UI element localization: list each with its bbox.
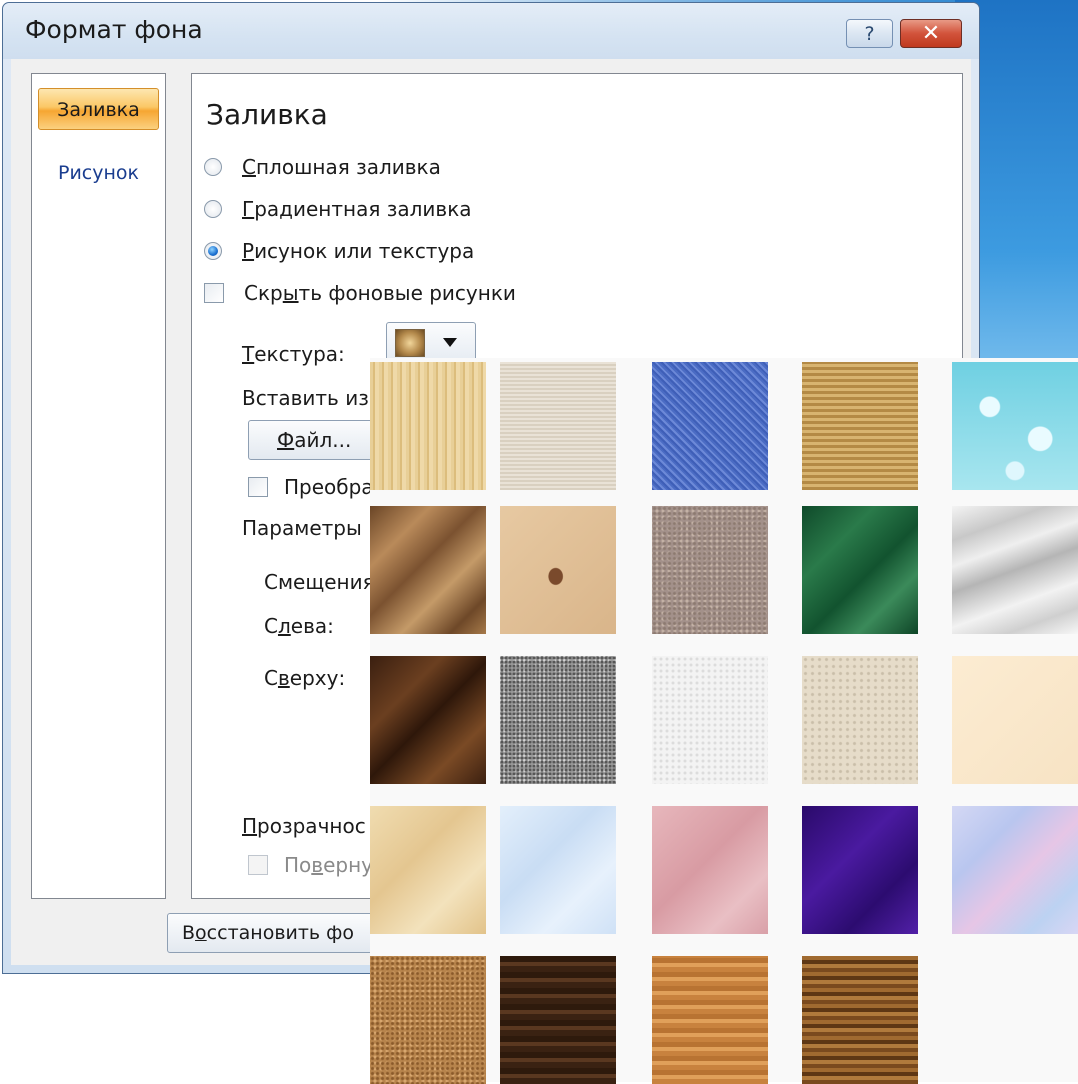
hide-background-label: Скрыть фоновые рисунки <box>244 281 516 305</box>
help-icon: ? <box>864 23 875 45</box>
close-button[interactable]: ✕ <box>900 19 962 48</box>
gradient-fill-option[interactable]: Градиентная заливка <box>204 194 472 224</box>
texture-cream[interactable] <box>952 656 1078 784</box>
texture-cork[interactable] <box>370 956 486 1084</box>
picture-texture-radio[interactable] <box>204 242 222 260</box>
hide-background-option[interactable]: Скрыть фоновые рисунки <box>204 278 516 308</box>
texture-brown-marble[interactable] <box>370 656 486 784</box>
params-label: Параметры <box>242 516 362 540</box>
texture-brown-granite[interactable] <box>652 506 768 634</box>
tile-option[interactable]: Преобра <box>248 472 374 502</box>
texture-gallery <box>370 358 1078 1084</box>
texture-blue-tissue[interactable] <box>500 806 616 934</box>
title-bar[interactable]: Формат фона ? ✕ <box>3 3 979 59</box>
transparency-label: Прозрачнос <box>242 814 366 838</box>
nav-item-picture[interactable]: Рисунок <box>38 152 159 194</box>
texture-white-marble[interactable] <box>952 506 1078 634</box>
gradient-fill-label: Градиентная заливка <box>242 197 472 221</box>
texture-paper-bag[interactable] <box>370 506 486 634</box>
texture-canvas[interactable] <box>500 362 616 490</box>
rotate-label: Поверну <box>284 853 373 877</box>
nav-item-fill[interactable]: Заливка <box>38 88 159 130</box>
texture-walnut[interactable] <box>500 956 616 1084</box>
rotate-option[interactable]: Поверну <box>248 850 373 880</box>
solid-fill-option[interactable]: Сплошная заливка <box>204 152 441 182</box>
texture-pink-tissue[interactable] <box>652 806 768 934</box>
tile-checkbox[interactable] <box>248 477 268 497</box>
texture-parchment[interactable] <box>370 806 486 934</box>
texture-granite[interactable] <box>500 656 616 784</box>
rotate-checkbox[interactable] <box>248 855 268 875</box>
texture-white[interactable] <box>652 656 768 784</box>
texture-dropdown[interactable] <box>386 322 476 362</box>
category-list: Заливка Рисунок <box>31 73 166 899</box>
texture-purple-mesh[interactable] <box>802 806 918 934</box>
close-icon: ✕ <box>921 21 941 46</box>
top-offset-label: Сверху: <box>264 666 346 690</box>
texture-water-drops[interactable] <box>952 362 1078 490</box>
picture-texture-option[interactable]: Рисунок или текстура <box>204 236 474 266</box>
texture-green-marble[interactable] <box>802 506 918 634</box>
help-button[interactable]: ? <box>846 19 893 48</box>
solid-fill-radio[interactable] <box>204 158 222 176</box>
panel-title: Заливка <box>206 98 328 131</box>
left-offset-label: Слева: <box>264 614 334 638</box>
texture-bouquet[interactable] <box>952 806 1078 934</box>
texture-label: Текстура: <box>242 342 345 366</box>
texture-sack[interactable] <box>802 362 918 490</box>
picture-texture-label: Рисунок или текстура <box>242 239 475 263</box>
hide-background-checkbox[interactable] <box>204 283 224 303</box>
dialog-title: Формат фона <box>25 15 203 44</box>
nav-item-label: Рисунок <box>57 162 140 184</box>
nav-item-label: Заливка <box>57 99 140 121</box>
tile-label: Преобра <box>284 475 374 499</box>
texture-sand[interactable] <box>802 656 918 784</box>
gradient-fill-radio[interactable] <box>204 200 222 218</box>
insert-from-label: Вставить из <box>242 386 369 410</box>
solid-fill-label: Сплошная заливка <box>242 155 441 179</box>
texture-papyrus[interactable] <box>370 362 486 490</box>
offsets-label: Смещения <box>264 570 375 594</box>
texture-denim[interactable] <box>652 362 768 490</box>
texture-fish-fossil[interactable] <box>500 506 616 634</box>
texture-medium-wood[interactable] <box>802 956 918 1084</box>
texture-preview-icon <box>395 329 425 357</box>
chevron-down-icon <box>443 338 457 347</box>
texture-oak[interactable] <box>652 956 768 1084</box>
